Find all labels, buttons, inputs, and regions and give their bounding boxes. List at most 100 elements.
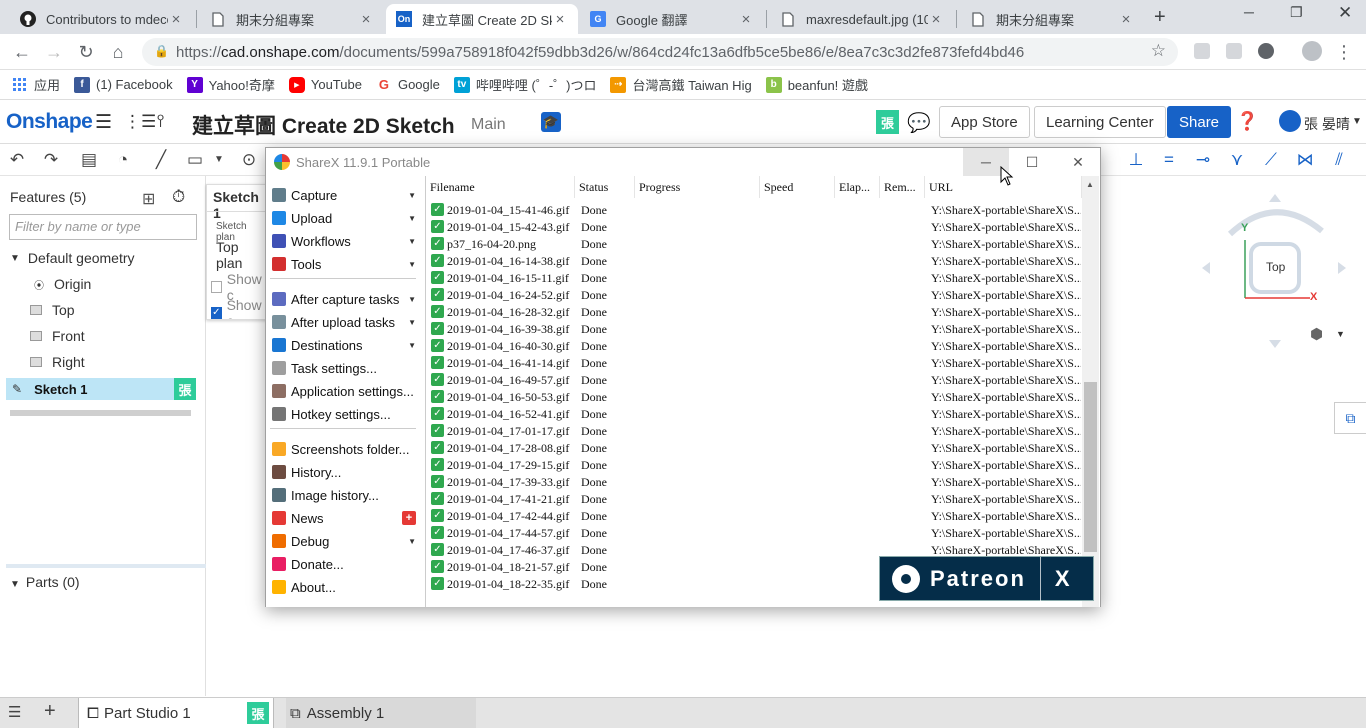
column-header-rem[interactable]: Rem... [880,176,925,198]
profile-avatar-icon[interactable] [1302,41,1322,61]
feature-top-plane[interactable]: Top [30,302,75,318]
menu-item-after-upload-tasks[interactable]: After upload tasks ▼ [272,311,420,333]
sketch-plane-field[interactable]: Top plan [216,239,267,271]
feature-filter-input[interactable]: Filter by name or type [9,214,197,240]
menu-item-image-history[interactable]: Image history... [272,484,420,506]
patreon-banner[interactable]: Patreon X [879,556,1094,601]
show-overdefined-option[interactable]: ✓ Show c [211,297,267,319]
extension-grid-icon[interactable] [1226,43,1242,59]
sharex-titlebar[interactable]: ShareX 11.9.1 Portable ─ ☐ ✕ [266,148,1100,176]
bookmark-youtube[interactable]: ▶ YouTube [288,76,362,93]
table-row[interactable]: ✓ 2019-01-04_17-28-08.gif Done Y:\ShareX-po… [426,439,1086,456]
browser-tab-image[interactable]: maxresdefault.jpg (10 × [770,4,954,34]
symmetric-constraint-icon[interactable]: ⋈ [1294,150,1316,170]
configurations-icon[interactable]: ◔ [112,150,134,170]
view-cube-navigator[interactable] [1150,186,1366,376]
panel-divider[interactable] [6,564,206,568]
bookmark-star-icon[interactable]: ☆ [1151,41,1166,61]
column-header-elap[interactable]: Elap... [835,176,880,198]
table-row[interactable]: ✓ 2019-01-04_16-49-57.gif Done Y:\ShareX-po… [426,371,1086,388]
view-up-arrow-icon[interactable] [1269,194,1281,202]
browser-tab-translate[interactable]: G Google 翻譯 × [580,4,764,34]
table-row[interactable]: ✓ 2019-01-04_16-24-52.gif Done Y:\ShareX-po… [426,286,1086,303]
circle-tool-icon[interactable]: ⊙ [238,150,260,170]
window-minimize-icon[interactable]: ─ [1244,4,1254,20]
view-right-arrow-icon[interactable] [1338,262,1346,274]
table-row[interactable]: ✓ 2019-01-04_17-29-15.gif Done Y:\ShareX-po… [426,456,1086,473]
user-avatar-icon[interactable] [1279,110,1301,132]
feature-origin[interactable]: ⦿ Origin [34,276,91,292]
bookmark-yahoo[interactable]: Y Yahoo!奇摩 [186,75,275,94]
browser-tab-project-2[interactable]: 期末分組專案 × [960,4,1144,34]
extension-circle-icon[interactable] [1258,43,1274,59]
table-row[interactable]: ✓ 2019-01-04_15-41-46.gif Done Y:\ShareX-po… [426,201,1086,218]
chevron-down-icon[interactable]: ▼ [208,154,230,165]
table-row[interactable]: ✓ 2019-01-04_16-50-53.gif Done Y:\ShareX-po… [426,388,1086,405]
rollback-bar[interactable] [10,410,191,416]
window-restore-icon[interactable]: ❐ [1290,4,1303,21]
menu-item-workflows[interactable]: Workflows ▼ [272,230,420,252]
document-title[interactable]: 建立草圖 Create 2D Sketch [192,110,455,140]
user-name[interactable]: 張 晏晴 [1304,114,1350,134]
scrollbar-thumb[interactable] [1084,382,1097,552]
sharex-task-list[interactable]: Filename Status Progress Speed Elap... Rem...… [426,176,1100,607]
help-question-icon[interactable]: ❓ [1236,111,1258,132]
window-maximize-icon[interactable]: ☐ [1009,148,1055,176]
browser-tab-project[interactable]: 期末分組專案 × [200,4,384,34]
menu-item-after-capture-tasks[interactable]: After capture tasks ▼ [272,288,420,310]
window-close-icon[interactable]: ✕ [1338,3,1352,23]
browser-tab-github[interactable]: Contributors to mdecou × [10,4,194,34]
rollback-timer-icon[interactable]: ⏱ [172,187,185,207]
rectangle-tool-icon[interactable]: ▭ [184,150,206,170]
tab-assembly-1[interactable]: ⧉ Assembly 1 [286,698,476,728]
menu-item-upload[interactable]: Upload ▼ [272,207,420,229]
close-icon[interactable]: × [168,11,184,28]
table-row[interactable]: ✓ 2019-01-04_16-41-14.gif Done Y:\ShareX-po… [426,354,1086,371]
default-geometry-group[interactable]: ▼ Default geometry [10,250,135,266]
menu-item-history[interactable]: History... [272,461,420,483]
close-icon[interactable]: × [552,11,568,28]
table-row[interactable]: ✓ 2019-01-04_15-42-43.gif Done Y:\ShareX-po… [426,218,1086,235]
home-icon[interactable]: ⌂ [108,42,128,63]
table-row[interactable]: ✓ 2019-01-04_16-39-38.gif Done Y:\ShareX-po… [426,320,1086,337]
feature-right-plane[interactable]: Right [30,354,85,370]
tab-list-icon[interactable]: ☰ [8,703,21,721]
learning-center-button[interactable]: Learning Center [1034,106,1166,138]
undo-icon[interactable]: ↶ [6,150,28,170]
close-icon[interactable]: × [928,11,944,28]
column-header-filename[interactable]: Filename [426,176,575,198]
menu-item-about[interactable]: About... [272,576,420,598]
insert-element-plus-icon[interactable]: + [44,700,56,723]
learning-cap-icon[interactable]: 🎓 [541,112,561,132]
column-header-status[interactable]: Status [575,176,635,198]
back-arrow-icon[interactable]: ← [12,42,32,63]
midpoint-constraint-icon[interactable]: ⊸ [1192,150,1214,170]
menu-item-hotkey-settings[interactable]: Hotkey settings... [272,403,420,425]
feature-list-icon[interactable]: ⋮☰ [124,112,156,132]
view-down-arrow-icon[interactable] [1269,340,1281,348]
graphics-area[interactable]: Top Y X ⬢ ▼ ⧉ [1150,176,1366,506]
parts-list-header[interactable]: ▼ Parts (0) [10,574,80,590]
vertical-constraint-icon[interactable]: ⊥ [1125,150,1147,170]
clipboard-icon[interactable]: ▤ [78,150,100,170]
table-row[interactable]: ✓ 2019-01-04_17-41-21.gif Done Y:\ShareX-po… [426,490,1086,507]
url-omnibox[interactable]: 🔒 https://cad.onshape.com/documents/599a… [142,38,1178,66]
menu-item-news[interactable]: News + [272,507,420,529]
table-row[interactable]: ✓ 2019-01-04_17-01-17.gif Done Y:\ShareX-po… [426,422,1086,439]
menu-item-application-settings[interactable]: Application settings... [272,380,420,402]
bookmark-bilibili[interactable]: tv 哔哩哔哩 (゜-゜)つロ [453,75,596,94]
table-row[interactable]: ✓ 2019-01-04_16-40-30.gif Done Y:\ShareX-po… [426,337,1086,354]
bookmark-apps[interactable]: 应用 [12,75,60,94]
tangent-constraint-icon[interactable]: ⋎ [1226,150,1248,170]
hamburger-menu-icon[interactable]: ☰ [95,111,112,134]
column-header-progress[interactable]: Progress [635,176,760,198]
comment-bubble-icon[interactable]: 💬 [907,111,931,135]
view-mode-cube-icon[interactable]: ⬢ [1310,325,1323,343]
table-row[interactable]: ✓ 2019-01-04_16-52-41.gif Done Y:\ShareX-po… [426,405,1086,422]
menu-item-debug[interactable]: Debug ▼ [272,530,420,552]
named-views-icon[interactable]: ⧉ [1334,402,1366,434]
browser-tab-onshape[interactable]: On 建立草圖 Create 2D Sk × [386,4,578,34]
table-row[interactable]: ✓ 2019-01-04_16-15-11.gif Done Y:\ShareX-po… [426,269,1086,286]
table-row[interactable]: ✓ p37_16-04-20.png Done Y:\ShareX-portable\… [426,235,1086,252]
column-header-speed[interactable]: Speed [760,176,835,198]
